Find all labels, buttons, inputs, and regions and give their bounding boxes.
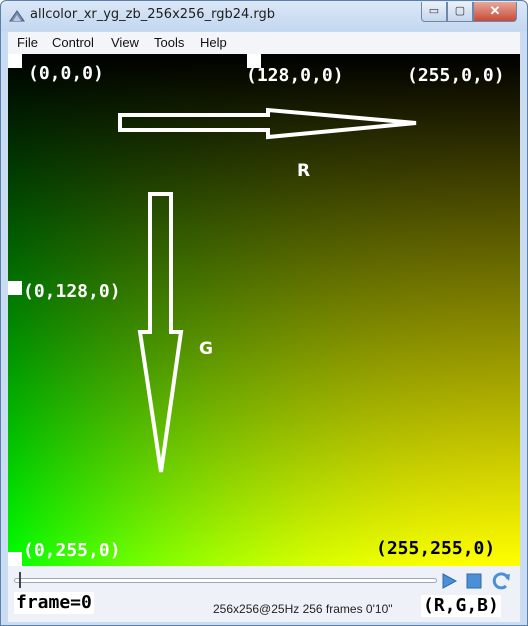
frame-counter-label: frame=0 [14, 592, 94, 614]
loop-icon[interactable] [490, 570, 512, 592]
corner-marker-mid-left [8, 281, 22, 295]
r-axis-arrow [118, 107, 417, 140]
menu-control[interactable]: Control [52, 35, 94, 50]
label-top-right: (255,0,0) [407, 65, 505, 86]
seek-handle[interactable] [19, 572, 21, 588]
minimize-button[interactable]: ▭ [421, 2, 447, 22]
seek-bar[interactable] [14, 578, 437, 583]
corner-marker-top-left [8, 54, 22, 68]
menu-view[interactable]: View [111, 35, 139, 50]
menu-tools[interactable]: Tools [154, 35, 184, 50]
label-bottom-right: (255,255,0) [376, 538, 496, 559]
axis-arrows [118, 107, 417, 473]
r-axis-label: R [297, 161, 311, 181]
label-mid-left: (0,128,0) [23, 281, 121, 302]
player-window: allcolor_xr_yg_zb_256x256_rgb24.rgb ▭ ▢ … [0, 0, 528, 626]
menu-file[interactable]: File [17, 35, 38, 50]
label-top-mid: (128,0,0) [246, 65, 344, 86]
video-frame[interactable]: (0,0,0) (128,0,0) (255,0,0) (0,128,0) (0… [8, 54, 520, 566]
rgb-legend-label: (R,G,B) [421, 595, 501, 617]
app-icon [9, 10, 25, 22]
label-bottom-left: (0,255,0) [23, 540, 121, 561]
menu-bar: File Control View Tools Help [8, 32, 520, 54]
g-axis-label: G [199, 339, 213, 359]
corner-marker-bottom-left [8, 552, 22, 566]
maximize-icon: ▢ [454, 5, 466, 17]
play-icon[interactable] [440, 572, 458, 590]
close-button[interactable]: ✕ [473, 2, 517, 22]
menu-help[interactable]: Help [200, 35, 227, 50]
maximize-button[interactable]: ▢ [447, 2, 473, 22]
status-text: 256x256@25Hz 256 frames 0'10" [213, 602, 393, 616]
close-icon: ✕ [489, 3, 501, 18]
stop-icon[interactable] [465, 572, 483, 590]
label-top-left: (0,0,0) [28, 63, 104, 84]
minimize-icon: ▭ [428, 5, 440, 17]
g-axis-arrow [137, 192, 184, 473]
title-bar[interactable]: allcolor_xr_yg_zb_256x256_rgb24.rgb ▭ ▢ … [1, 1, 527, 31]
window-title: allcolor_xr_yg_zb_256x256_rgb24.rgb [30, 7, 275, 22]
